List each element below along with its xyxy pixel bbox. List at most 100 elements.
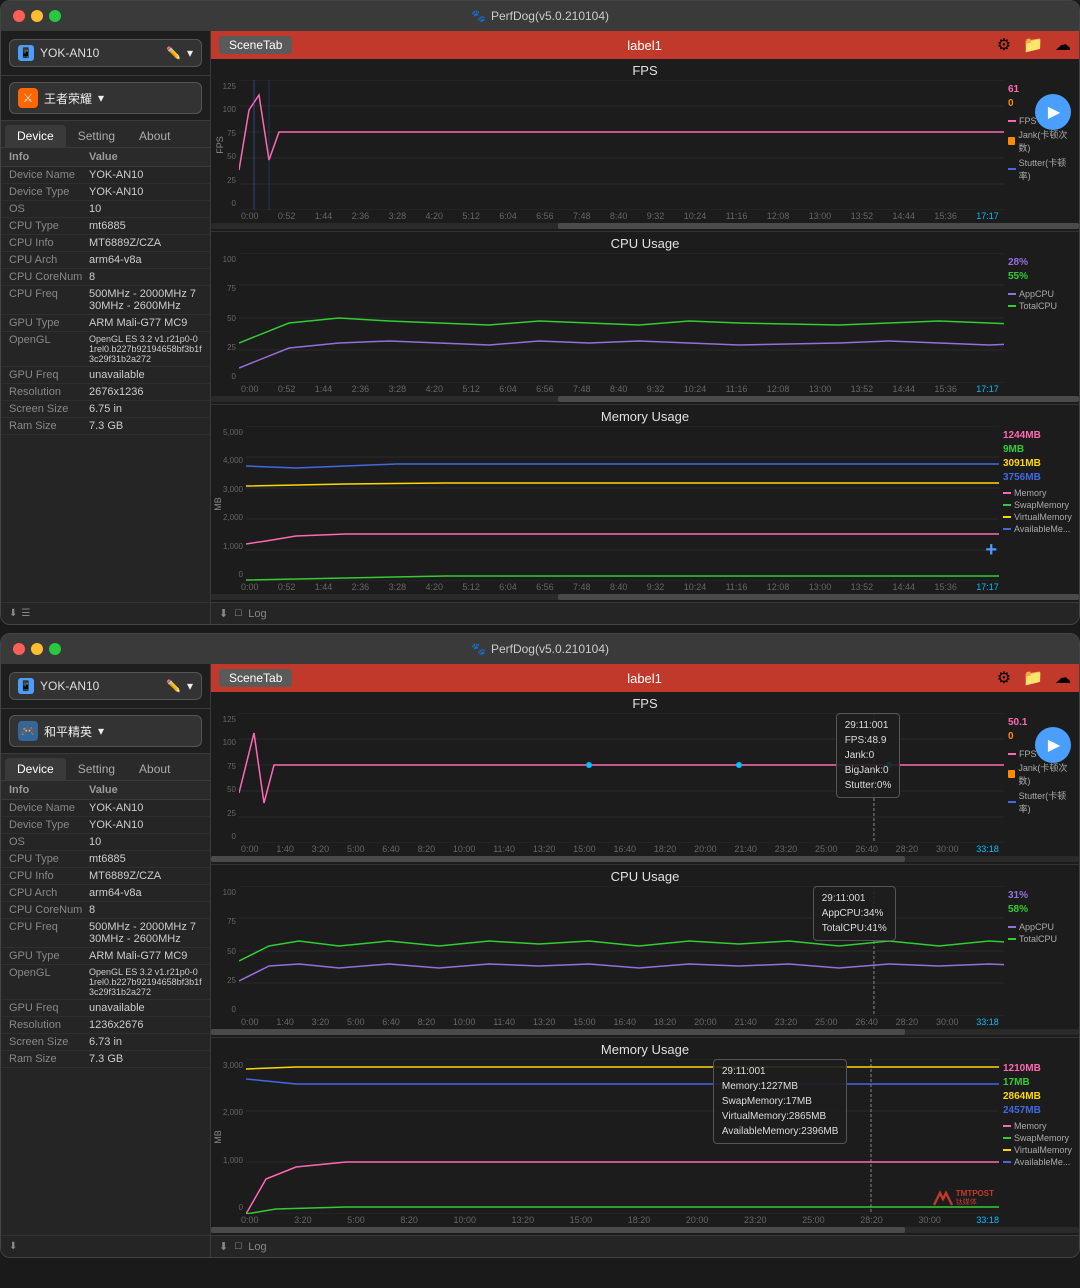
close-button-2[interactable] [13,643,25,655]
scene-tab-title-1: label1 [300,38,988,53]
cloud-icon-2[interactable]: ☁ [1055,668,1071,688]
maximize-button-2[interactable] [49,643,61,655]
paw-icon-2: 🐾 [471,642,486,656]
device-dropdown-2[interactable]: 📱 YOK-AN10 ✏️ ▾ [9,672,202,700]
charts-area-2: ▶ FPS 125 100 75 50 25 0 [211,692,1079,1235]
table-row: Resolution2676x1236 [1,384,210,401]
charts-area-1: ▶ FPS FPS 125 100 75 50 25 0 [211,59,1079,602]
mem-tooltip-2: 29:11:001 Memory:1227MB SwapMemory:17MB … [713,1059,848,1144]
window-2: 🐾 PerfDog(v5.0.210104) 📱 YOK-AN10 ✏️ ▾ 🎮… [0,633,1080,1258]
device-icon-1: 📱 [18,45,34,61]
watermark-2: TMTPOST 钛媒体 [932,1187,994,1209]
table-row: GPU Frequnavailable [1,1000,210,1017]
title-bar-2: 🐾 PerfDog(v5.0.210104) [1,634,1079,664]
chart-cpu-1: CPU Usage 100 75 50 25 0 [211,231,1079,402]
folder-icon-2[interactable]: 📁 [1023,668,1043,688]
scene-tab-title-2: label1 [300,671,988,686]
fps-chart-title-1: FPS [211,59,1079,80]
mem-scrollbar-2[interactable] [211,1227,1079,1233]
scene-tab-label-2[interactable]: SceneTab [219,669,292,687]
maximize-button-1[interactable] [49,10,61,22]
info-table-2: Info Value Device NameYOK-AN10 Device Ty… [1,781,210,1235]
device-name-1: YOK-AN10 [40,46,160,60]
device-dropdown-1[interactable]: 📱 YOK-AN10 ✏️ ▾ [9,39,202,67]
edit-icon-1: ✏️ [166,46,181,60]
table-row: Resolution1236x2676 [1,1017,210,1034]
table-row: Ram Size7.3 GB [1,418,210,435]
tab-about-2[interactable]: About [127,758,182,780]
table-row: GPU TypeARM Mali-G77 MC9 [1,948,210,965]
tab-setting-2[interactable]: Setting [66,758,127,780]
checkbox-1[interactable]: ☐ [234,608,242,619]
settings-icon-2[interactable]: ⚙ [997,668,1011,688]
window-body-2: 📱 YOK-AN10 ✏️ ▾ 🎮 和平精英 ▾ Device Setting … [1,664,1079,1257]
fps-scrollbar-1[interactable] [211,223,1079,229]
device-icon-2: 📱 [18,678,34,694]
mem-time-axis-1: 0:000:521:442:363:284:205:126:046:567:48… [241,581,999,594]
chart-fps-2: ▶ FPS 125 100 75 50 25 0 [211,692,1079,862]
bottom-bar-2: ⬇ ☐ Log [211,1235,1079,1257]
memory-chart-svg-2 [246,1059,999,1214]
fps-chart-title-2: FPS [211,692,1079,713]
mem-y-label-2: MB [213,1130,223,1144]
play-button-2[interactable]: ▶ [1035,727,1071,763]
mem-value-2: 1210MB [1003,1063,1075,1074]
tab-device-1[interactable]: Device [5,125,66,147]
settings-icon-1[interactable]: ⚙ [997,35,1011,55]
mem-y-label-1: MB [213,497,223,511]
app-dropdown-1[interactable]: ⚔ 王者荣耀 ▾ [9,82,202,114]
scene-tab-bar-2: SceneTab label1 ⚙ 📁 ☁ [211,664,1079,692]
log-label-1: Log [248,608,266,620]
table-row: OpenGLOpenGL ES 3.2 v1.r21p0-01rel0.b227… [1,965,210,1000]
app-dropdown-2[interactable]: 🎮 和平精英 ▾ [9,715,202,747]
fps-scrollbar-2[interactable] [211,856,1079,862]
play-icon-1: ▶ [1048,102,1060,122]
memory-chart-title-2: Memory Usage [211,1038,1079,1059]
app-chevron-icon-2: ▾ [98,724,104,738]
tab-setting-1[interactable]: Setting [66,125,127,147]
app-chevron-icon-1: ▾ [98,91,104,105]
tabs-row-2: Device Setting About [1,754,210,781]
page-down-icon: ⬇ [9,608,17,619]
sidebar-1: 📱 YOK-AN10 ✏️ ▾ ⚔ 王者荣耀 ▾ Device Setting … [1,31,211,624]
table-row: Screen Size6.75 in [1,401,210,418]
cpu-scrollbar-2[interactable] [211,1029,1079,1035]
table-row: CPU Typemt6885 [1,851,210,868]
vmem-value-2: 2864MB [1003,1091,1075,1102]
fps-tooltip-2: 29:11:001 FPS:48.9 Jank:0 BigJank:0 Stut… [836,713,901,798]
scene-tab-label-1[interactable]: SceneTab [219,36,292,54]
minimize-button-2[interactable] [31,643,43,655]
tabs-row-1: Device Setting About [1,121,210,148]
checkbox-2[interactable]: ☐ [234,1241,242,1252]
minimize-button-1[interactable] [31,10,43,22]
scroll-info: ☰ [21,608,30,619]
folder-icon-1[interactable]: 📁 [1023,35,1043,55]
fps-value-label-2: 50.1 [1008,717,1075,728]
table-row: Device NameYOK-AN10 [1,800,210,817]
tab-device-2[interactable]: Device [5,758,66,780]
traffic-lights-2[interactable] [13,643,61,655]
close-button-1[interactable] [13,10,25,22]
traffic-lights-1[interactable] [13,10,61,22]
table-row: CPU Freq500MHz - 2000MHz 730MHz - 2600MH… [1,919,210,948]
table-row: CPU CoreNum8 [1,902,210,919]
table-row: CPU Typemt6885 [1,218,210,235]
tab-about-1[interactable]: About [127,125,182,147]
cloud-icon-1[interactable]: ☁ [1055,35,1071,55]
mem-scrollbar-1[interactable] [211,594,1079,600]
app-icon-2: 🎮 [18,721,38,741]
main-panel-2: SceneTab label1 ⚙ 📁 ☁ ▶ FPS [211,664,1079,1257]
paw-icon-1: 🐾 [471,9,486,23]
fps-time-axis-2: 0:001:403:205:006:408:2010:0011:4013:201… [241,843,999,856]
table-row: GPU Frequnavailable [1,367,210,384]
sidebar-2: 📱 YOK-AN10 ✏️ ▾ 🎮 和平精英 ▾ Device Setting … [1,664,211,1257]
play-button-1[interactable]: ▶ [1035,94,1071,130]
table-row: Screen Size6.73 in [1,1034,210,1051]
add-chart-button-1[interactable]: + [985,539,997,562]
window-title-2: 🐾 PerfDog(v5.0.210104) [471,642,609,656]
cpu-scrollbar-1[interactable] [211,396,1079,402]
memory-chart-title-1: Memory Usage [211,405,1079,426]
scene-tab-icons-1: ⚙ 📁 ☁ [997,35,1071,55]
main-panel-1: SceneTab label1 ⚙ 📁 ☁ ▶ FPS FPS [211,31,1079,624]
scene-tab-icons-2: ⚙ 📁 ☁ [997,668,1071,688]
